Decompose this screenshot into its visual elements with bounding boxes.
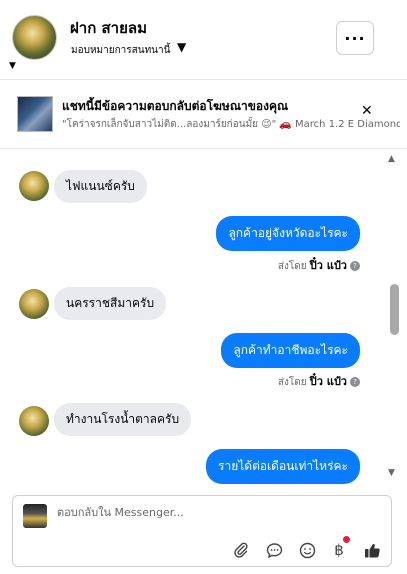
- sent-by-prefix: ส่งโดย: [277, 377, 307, 388]
- baht-icon[interactable]: ฿: [329, 540, 349, 560]
- sent-by-label: ส่งโดย ปิ๋ว แป๋ว?: [278, 372, 360, 390]
- ad-thumbnail: [17, 96, 53, 132]
- thumbs-up-icon[interactable]: [362, 540, 382, 560]
- scroll-down-icon[interactable]: ▼: [388, 468, 395, 478]
- chat-bubble-icon[interactable]: [264, 540, 284, 560]
- contact-avatar[interactable]: [12, 15, 57, 60]
- ad-banner-title: แชทนี้มีข้อความตอบกลับต่อโฆษณาของคุณ: [62, 99, 289, 113]
- sent-by-name[interactable]: ปิ๋ว แป๋ว: [310, 375, 347, 388]
- more-icon: ···: [344, 28, 366, 48]
- notification-badge: [343, 536, 350, 543]
- info-icon[interactable]: ?: [350, 261, 360, 271]
- avatar-dropdown-icon[interactable]: ▼: [9, 61, 16, 71]
- scrollbar-thumb[interactable]: [390, 284, 399, 335]
- ad-reply-banner: แชทนี้มีข้อความตอบกลับต่อโฆษณาของคุณ "โค…: [0, 81, 407, 149]
- reply-input[interactable]: [57, 506, 377, 519]
- paperclip-icon[interactable]: [231, 540, 251, 560]
- chevron-down-icon[interactable]: ▼: [177, 40, 186, 54]
- incoming-message[interactable]: ทำงานโรงน้ำตาลครับ: [54, 403, 192, 436]
- sender-avatar[interactable]: [19, 406, 49, 436]
- outgoing-message[interactable]: ลูกค้าอยู่จังหวัดอะไรคะ: [216, 216, 360, 251]
- contact-name[interactable]: ฝาก สายลม: [70, 16, 147, 40]
- assign-conversation-label[interactable]: มอบหมายการสนทนานี้: [71, 43, 170, 58]
- close-icon[interactable]: ✕: [361, 103, 373, 119]
- outgoing-message[interactable]: ลูกค้าทำอาชีพอะไรคะ: [221, 333, 360, 368]
- sent-by-name[interactable]: ปิ๋ว แป๋ว: [310, 259, 347, 272]
- message-thread[interactable]: ▲ ▼ ไฟแนนซ์ครับ ลูกค้าอยู่จังหวัดอะไรคะ …: [0, 150, 407, 490]
- info-icon[interactable]: ?: [350, 377, 360, 387]
- ad-banner-snippet[interactable]: "โคร่าจรกเล็กจับสาวไม่ติด...ลองมาร์ยก่อน…: [62, 117, 400, 132]
- more-options-button[interactable]: ···: [336, 21, 374, 55]
- incoming-message[interactable]: นครราชสีมาครับ: [54, 287, 167, 320]
- message-composer: ฿: [12, 495, 392, 567]
- sent-by-prefix: ส่งโดย: [277, 261, 307, 272]
- outgoing-message[interactable]: รายได้ต่อเดือนเท่าไหร่คะ: [206, 449, 360, 484]
- sender-avatar[interactable]: [19, 289, 49, 319]
- incoming-message[interactable]: ไฟแนนซ์ครับ: [54, 170, 147, 203]
- page-avatar: [23, 504, 47, 528]
- scroll-up-icon[interactable]: ▲: [388, 154, 395, 164]
- sender-avatar[interactable]: [19, 171, 49, 201]
- sent-by-label: ส่งโดย ปิ๋ว แป๋ว?: [278, 256, 360, 274]
- conversation-header: ▼ ฝาก สายลม มอบหมายการสนทนานี้ ▼ ···: [0, 0, 407, 80]
- smiley-icon[interactable]: [297, 540, 317, 560]
